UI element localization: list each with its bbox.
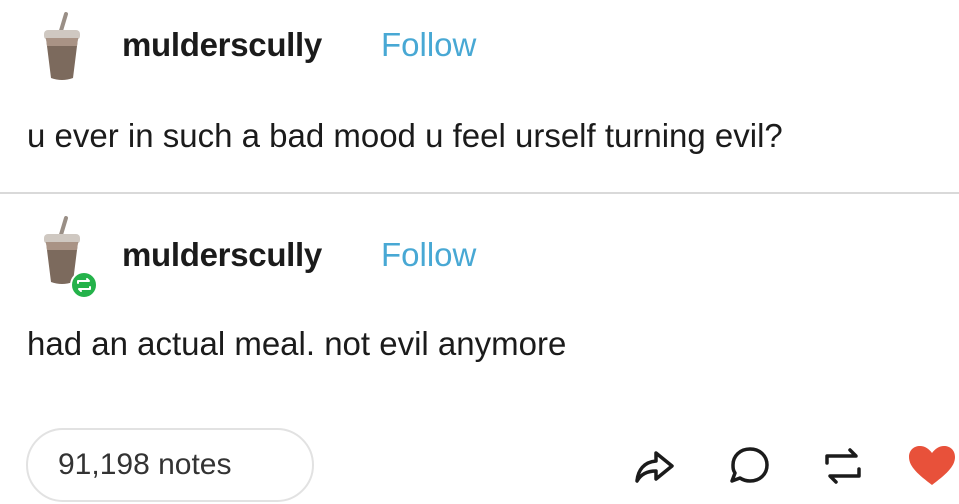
reply-icon <box>730 447 769 483</box>
follow-button[interactable]: Follow <box>381 26 476 64</box>
reblog-icon <box>825 448 861 484</box>
original-post: mulderscully Follow u ever in such a bad… <box>0 0 959 190</box>
heart-icon <box>909 446 955 485</box>
reblog-button[interactable] <box>818 441 868 491</box>
iced-coffee-cup-icon <box>44 12 80 80</box>
username[interactable]: mulderscully <box>122 26 322 64</box>
like-button[interactable] <box>905 441 959 491</box>
post-text: u ever in such a bad mood u feel urself … <box>27 117 783 154</box>
post-text: had an actual meal. not evil anymore <box>27 325 567 362</box>
share-button[interactable] <box>630 441 680 491</box>
follow-button[interactable]: Follow <box>381 236 476 274</box>
notes-count-label: 91,198 notes <box>58 448 232 481</box>
reply-button[interactable] <box>725 441 775 491</box>
reblog-badge-icon <box>70 271 98 299</box>
notes-count-button[interactable]: 91,198 notes <box>26 428 314 502</box>
avatar[interactable] <box>36 12 92 82</box>
share-icon <box>635 451 674 483</box>
username[interactable]: mulderscully <box>122 236 322 274</box>
reblog-post: mulderscully Follow had an actual meal. … <box>0 194 959 424</box>
